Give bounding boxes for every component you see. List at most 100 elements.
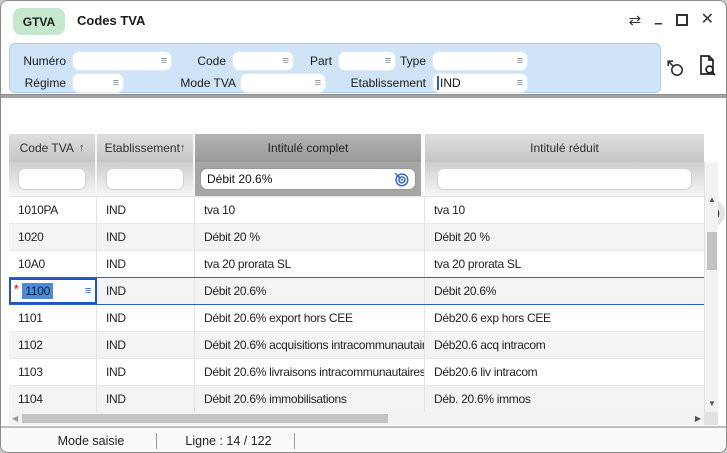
table-row[interactable]: 1020INDDébit 20 %Débit 20 %: [9, 224, 704, 251]
scroll-right-icon[interactable]: ▶: [695, 414, 701, 423]
selected-text[interactable]: 1100: [22, 283, 53, 299]
vertical-scrollbar[interactable]: ▲ ▼: [704, 162, 718, 412]
regime-input[interactable]: ≡: [72, 73, 124, 93]
mode-tva-label: Mode TVA: [160, 73, 236, 93]
table-cell[interactable]: tva 20 prorata SL: [425, 251, 704, 277]
table-cell[interactable]: IND: [97, 224, 195, 250]
table-cell[interactable]: 1101: [9, 305, 97, 331]
table-cell[interactable]: Déb20.6 acq intracom: [425, 332, 704, 358]
list-icon[interactable]: ≡: [517, 78, 523, 89]
table-cell[interactable]: 1104: [9, 386, 97, 412]
table-cell[interactable]: tva 10: [195, 197, 425, 223]
table-row[interactable]: 1101INDDébit 20.6% export hors CEEDéb20.…: [9, 305, 704, 332]
table-cell[interactable]: IND: [97, 386, 195, 412]
numero-input[interactable]: ≡: [72, 51, 172, 71]
etablissement-value: IND: [437, 76, 461, 90]
table-filter-row: Débit 20.6%: [9, 162, 704, 196]
table-cell[interactable]: Débit 20.6% acquisitions intracommunauta…: [195, 332, 425, 358]
code-tva-filter-input[interactable]: [18, 168, 86, 190]
numero-label: Numéro: [14, 51, 66, 71]
table-row[interactable]: 1104INDDébit 20.6% immobilisationsDéb. 2…: [9, 386, 704, 413]
etablissement-filter-input[interactable]: [106, 168, 184, 190]
type-input[interactable]: ≡: [432, 51, 528, 71]
horizontal-scrollbar[interactable]: ◀ ▶: [9, 412, 704, 425]
list-icon[interactable]: ≡: [517, 56, 523, 67]
table-cell[interactable]: tva 10: [425, 197, 704, 223]
table-row[interactable]: 1102INDDébit 20.6% acquisitions intracom…: [9, 332, 704, 359]
column-header-intitule-complet[interactable]: Intitulé complet: [195, 134, 425, 162]
table-row[interactable]: 10A0INDtva 20 prorata SLtva 20 prorata S…: [9, 251, 704, 278]
mode-tva-input[interactable]: ≡: [240, 73, 326, 93]
column-header-etablissement[interactable]: Etablissement↑: [97, 134, 195, 162]
table-row[interactable]: 1010PAINDtva 10tva 10: [9, 197, 704, 224]
part-input[interactable]: ≡: [338, 51, 396, 71]
panel-splitter[interactable]: [1, 94, 727, 98]
window-controls: ⇄ – ✕: [629, 7, 714, 33]
sort-asc-icon: ↑: [79, 142, 85, 154]
filter-value: Débit 20.6%: [207, 172, 272, 186]
sort-asc-icon: ↑: [180, 142, 186, 154]
search-button[interactable]: [663, 55, 687, 81]
horizontal-scroll-thumb[interactable]: [22, 414, 388, 423]
search-icon: [665, 58, 685, 78]
table-cell[interactable]: Débit 20.6% export hors CEE: [195, 305, 425, 331]
document-search-icon: [696, 54, 718, 78]
code-input[interactable]: ≡: [232, 51, 294, 71]
scroll-down-icon[interactable]: ▼: [708, 399, 716, 408]
status-divider: [156, 433, 157, 449]
table-cell[interactable]: IND: [97, 251, 195, 277]
maximize-icon[interactable]: [676, 14, 688, 26]
list-icon[interactable]: ≡: [385, 56, 391, 67]
app-tab-gtva[interactable]: GTVA: [13, 8, 65, 35]
part-label: Part: [298, 51, 332, 71]
table-row[interactable]: 1103INDDébit 20.6% livraisons intracommu…: [9, 359, 704, 386]
document-search-button[interactable]: [695, 53, 719, 79]
table-cell[interactable]: 1010PA: [9, 197, 97, 223]
scroll-left-icon[interactable]: ◀: [12, 414, 18, 423]
table-cell[interactable]: Débit 20.6% immobilisations: [195, 386, 425, 412]
table-cell[interactable]: IND: [97, 197, 195, 223]
column-header-intitule-reduit[interactable]: Intitulé réduit: [425, 134, 704, 162]
status-divider: [294, 433, 295, 449]
intitule-reduit-filter-input[interactable]: [437, 168, 692, 190]
table-cell[interactable]: Déb20.6 liv intracom: [425, 359, 704, 385]
line-counter: Ligne : 14 / 122: [166, 432, 291, 450]
column-header-code-tva[interactable]: Code TVA↑: [9, 134, 97, 162]
list-icon[interactable]: ≡: [283, 56, 289, 67]
selected-code-cell[interactable]: * 1100 ≡: [9, 278, 97, 304]
list-icon[interactable]: ≡: [161, 56, 167, 67]
list-icon[interactable]: ≡: [315, 78, 321, 89]
required-asterisk: *: [14, 282, 18, 296]
table-cell[interactable]: Déb. 20.6% immos: [425, 386, 704, 412]
type-label: Type: [392, 51, 426, 71]
table-cell[interactable]: IND: [97, 305, 195, 331]
table-cell[interactable]: Débit 20.6%: [425, 278, 704, 304]
table-cell[interactable]: IND: [97, 359, 195, 385]
resize-icon[interactable]: ⇄: [629, 13, 642, 28]
etablissement-input[interactable]: IND ≡: [432, 73, 528, 93]
minimize-icon[interactable]: –: [654, 16, 662, 31]
close-icon[interactable]: ✕: [701, 12, 714, 28]
table-cell[interactable]: Débit 20.6% livraisons intracommunautair…: [195, 359, 425, 385]
table-cell[interactable]: 10A0: [9, 251, 97, 277]
table-cell[interactable]: IND: [97, 332, 195, 358]
table-cell[interactable]: Débit 20.6%: [195, 278, 425, 304]
table-row[interactable]: *1100≡INDDébit 20.6%Débit 20.6%: [9, 277, 704, 305]
table-cell[interactable]: Déb20.6 exp hors CEE: [425, 305, 704, 331]
vertical-scroll-thumb[interactable]: [707, 232, 717, 270]
list-icon[interactable]: ≡: [85, 285, 91, 297]
intitule-complet-filter-input[interactable]: Débit 20.6%: [200, 168, 416, 190]
filter-cell: [97, 162, 195, 196]
app-window: GTVA Codes TVA ⇄ – ✕ Numéro ≡ Code ≡ Par…: [0, 0, 727, 453]
table-cell[interactable]: 1103: [9, 359, 97, 385]
status-bar: Mode saisie Ligne : 14 / 122: [1, 428, 727, 453]
scroll-up-icon[interactable]: ▲: [708, 195, 716, 204]
table-cell[interactable]: 1020: [9, 224, 97, 250]
table-cell[interactable]: 1102: [9, 332, 97, 358]
table-cell[interactable]: tva 20 prorata SL: [195, 251, 425, 277]
list-icon[interactable]: ≡: [113, 78, 119, 89]
codes-tva-table: Code TVA↑ Etablissement↑ Intitulé comple…: [9, 134, 704, 413]
table-cell[interactable]: IND: [97, 278, 195, 304]
table-cell[interactable]: Débit 20 %: [195, 224, 425, 250]
table-cell[interactable]: Débit 20 %: [425, 224, 704, 250]
